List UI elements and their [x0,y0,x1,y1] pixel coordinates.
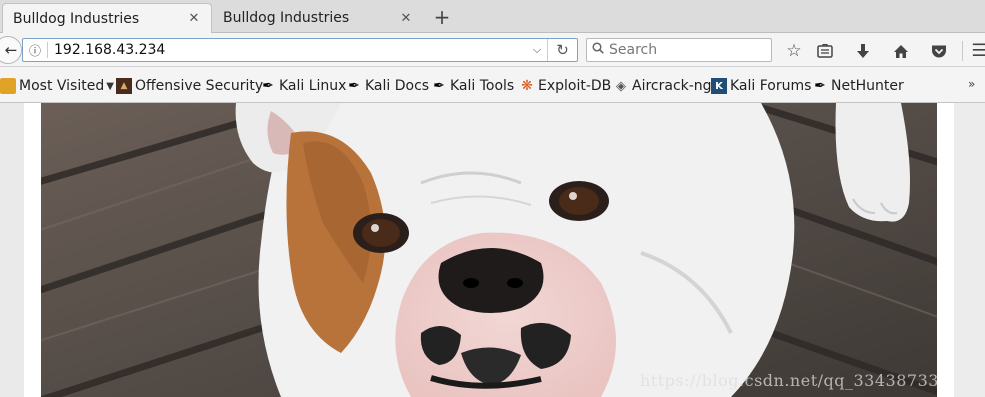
bookmark-label: Kali Forums [730,78,812,94]
home-icon[interactable] [890,40,912,62]
bookmark-kali-docs[interactable]: ✒ Kali Docs [346,77,429,95]
watermark-text: https://blog.csdn.net/qq_33438733 [640,371,939,390]
folder-icon [0,78,16,94]
close-tab-icon[interactable]: ✕ [399,11,413,26]
page-body [24,103,954,397]
bookmark-label: Kali Docs [365,78,430,94]
bookmark-label: Kali Linux [279,78,347,94]
tab-inactive[interactable]: Bulldog Industries ✕ [213,3,423,33]
chevron-down-icon: ▼ [106,80,114,92]
aircrack-icon: ◈ [616,78,626,94]
search-bar[interactable] [586,38,772,62]
bookmark-kali-forums[interactable]: K Kali Forums [711,77,811,95]
bookmark-label: Kali Tools [450,78,515,94]
more-bookmarks-icon[interactable]: » [968,77,975,91]
bookmark-label: Aircrack-ng [632,78,712,94]
tab-title: Bulldog Industries [223,10,350,26]
tab-title: Bulldog Industries [13,10,140,27]
bulldog-photo [41,103,937,397]
bookmark-label: Offensive Security [135,78,264,94]
back-arrow-icon[interactable]: ← [0,36,22,64]
navigation-toolbar: ← ⓘ 192.168.43.234 ⌵ ↻ ☆ ☰ [0,33,985,67]
offsec-icon: ▲ [116,78,132,94]
page-viewport: https://blog.csdn.net/qq_33438733 [0,103,985,397]
bookmark-offensive-security[interactable]: ▲ Offensive Security [116,77,263,95]
pocket-icon[interactable] [928,40,950,62]
reload-icon[interactable]: ↻ [547,39,577,61]
bookmark-star-icon[interactable]: ☆ [783,40,805,62]
kali-dragon-icon: ✒ [348,78,360,94]
kali-forums-icon: K [711,78,727,94]
new-tab-button[interactable]: + [430,3,454,31]
bookmark-kali-linux[interactable]: ✒ Kali Linux [260,77,346,95]
reading-list-icon[interactable] [814,40,836,62]
bookmark-label: NetHunter [831,78,904,94]
tab-active[interactable]: Bulldog Industries ✕ [2,3,212,33]
kali-dragon-icon: ✒ [433,78,445,94]
bookmark-label: Exploit-DB [538,78,612,94]
dropdown-icon[interactable]: ⌵ [527,43,547,57]
url-bar[interactable]: ⓘ 192.168.43.234 ⌵ ↻ [22,38,578,62]
exploit-db-icon: ❋ [521,78,533,94]
info-icon[interactable]: ⓘ [23,42,47,59]
bookmark-exploit-db[interactable]: ❋ Exploit-DB [519,77,611,95]
bookmark-nethunter[interactable]: ✒ NetHunter [812,77,904,95]
kali-dragon-icon: ✒ [814,78,826,94]
bookmark-most-visited[interactable]: Most Visited ▼ [0,77,114,95]
url-text[interactable]: 192.168.43.234 [54,42,527,58]
hamburger-menu-icon[interactable]: ☰ [968,40,985,62]
tab-strip: Bulldog Industries ✕ Bulldog Industries … [0,0,985,33]
bookmark-label: Most Visited [19,78,105,94]
toolbar-separator [962,41,963,61]
url-separator [47,42,48,58]
bookmark-aircrack-ng[interactable]: ◈ Aircrack-ng [613,77,712,95]
bookmarks-toolbar: Most Visited ▼ ▲ Offensive Security ✒ Ka… [0,67,985,103]
search-input[interactable] [609,42,759,58]
page-right-margin [954,103,985,397]
close-tab-icon[interactable]: ✕ [187,11,201,26]
download-icon[interactable] [852,40,874,62]
search-icon [587,42,609,58]
kali-dragon-icon: ✒ [262,78,274,94]
bookmark-kali-tools[interactable]: ✒ Kali Tools [431,77,514,95]
bulldog-illustration [41,103,937,397]
